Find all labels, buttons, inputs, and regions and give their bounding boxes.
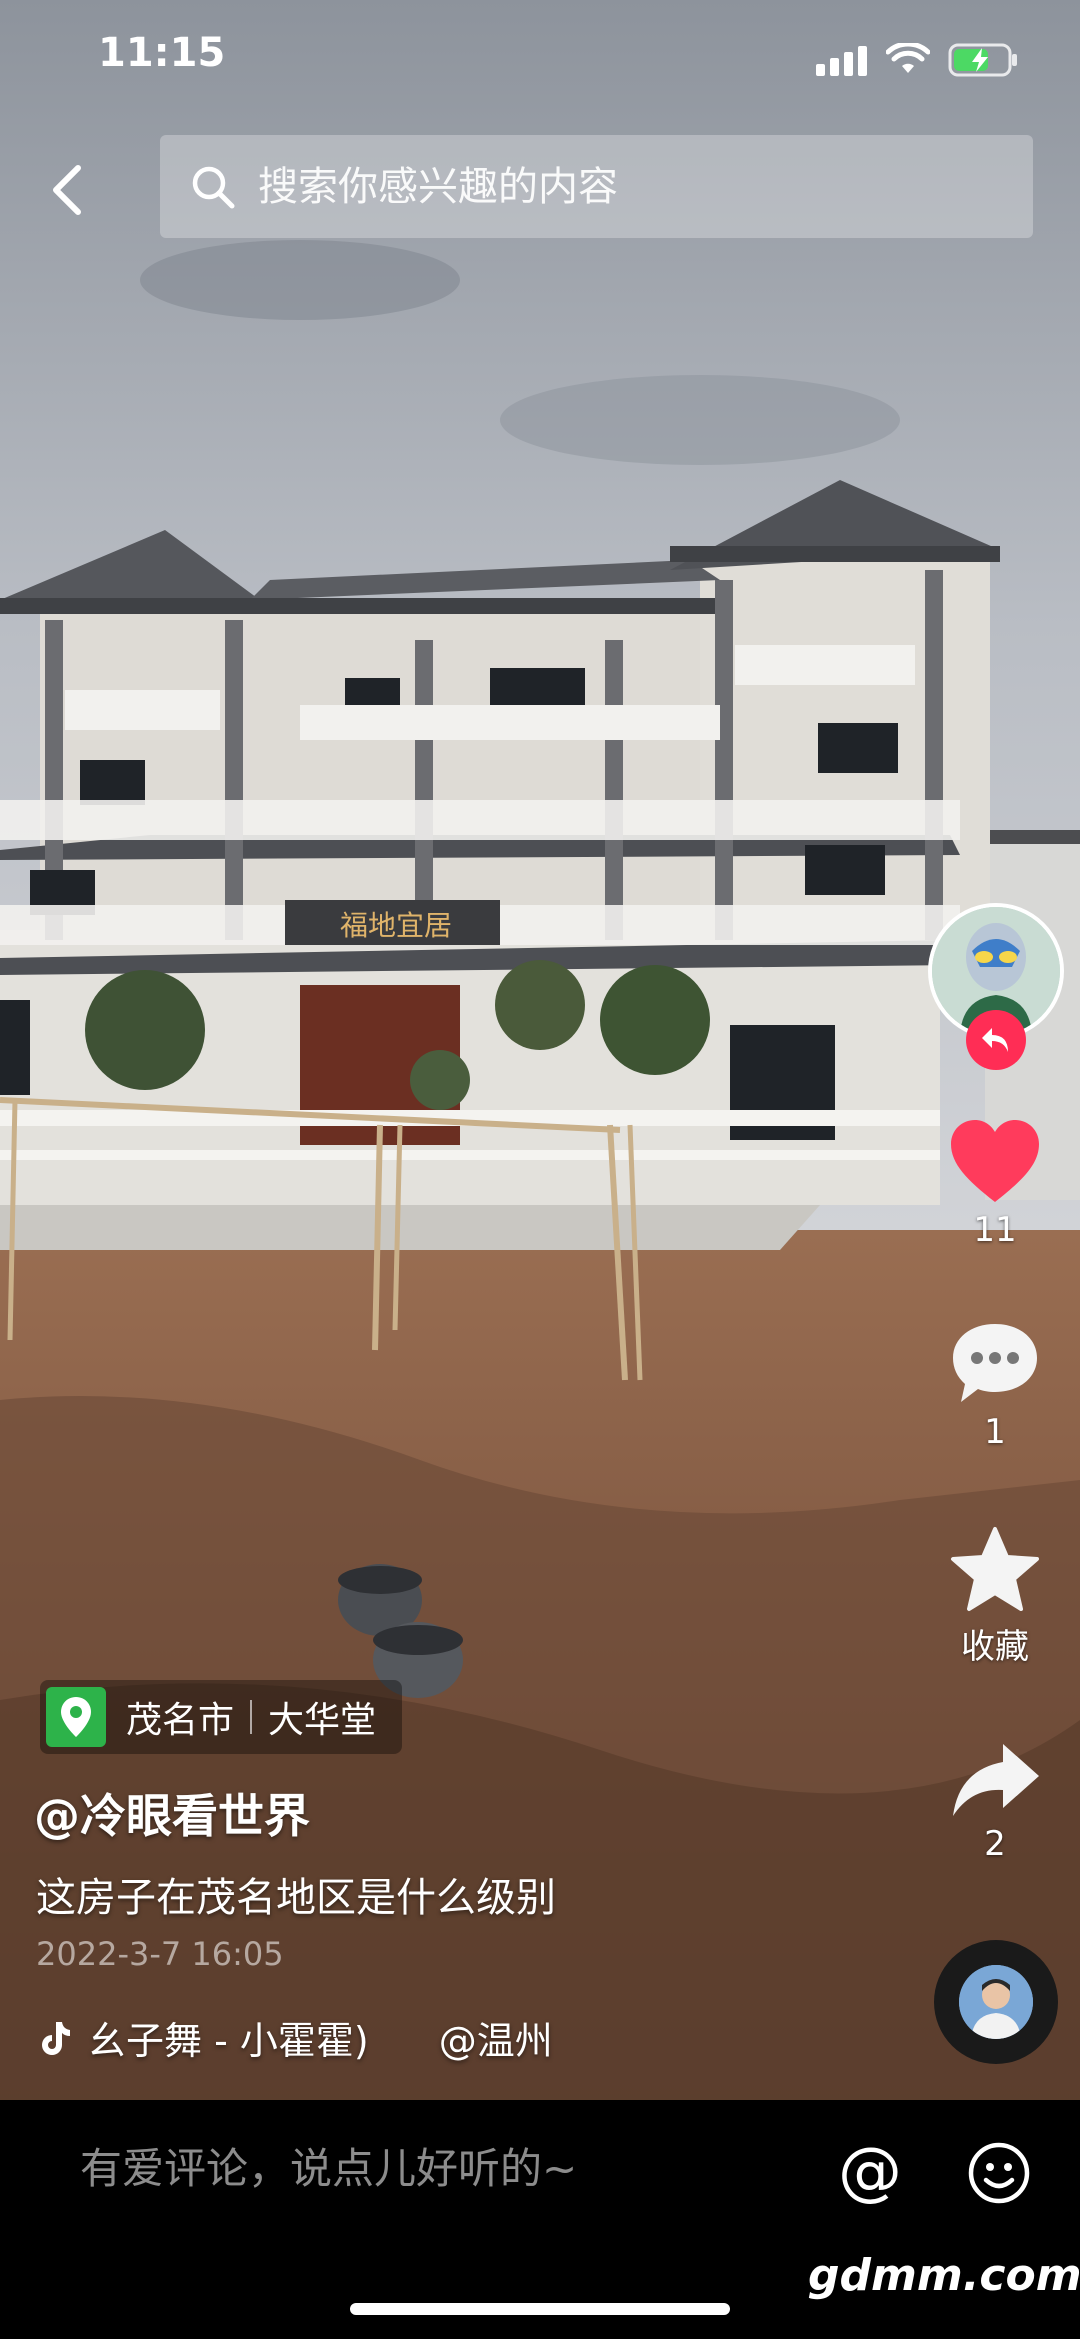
music-disc-cover — [959, 1965, 1033, 2039]
share-button[interactable]: 2 — [930, 1740, 1060, 1864]
heart-icon — [951, 1120, 1039, 1202]
author-name[interactable]: @冷眼看世界 — [34, 1780, 310, 1846]
location-separator — [250, 1700, 253, 1734]
comment-bubble-icon — [953, 1324, 1037, 1402]
music-title: 幺子舞 - 小霍霍) — [88, 2019, 369, 2063]
status-time: 11:15 — [98, 30, 226, 76]
watermark: gdmm.com — [808, 2250, 1080, 2301]
follow-button[interactable] — [966, 1010, 1026, 1070]
status-bar: 11:15 — [0, 0, 1080, 120]
share-count: 2 — [984, 1824, 1006, 1864]
comment-button[interactable]: 1 — [930, 1320, 1060, 1452]
mention-button[interactable]: @ — [838, 2140, 902, 2204]
home-indicator[interactable] — [350, 2303, 730, 2315]
cellular-signal-icon — [816, 46, 867, 76]
favorite-label: 收藏 — [961, 1627, 1029, 1667]
comment-input[interactable] — [78, 2143, 782, 2194]
search-box[interactable] — [160, 135, 1033, 238]
music-disc[interactable] — [934, 1940, 1058, 2064]
location-pin-icon — [46, 1687, 106, 1747]
location-tag[interactable]: 茂名市 大华堂 — [40, 1680, 403, 1754]
post-date: 2022-3-7 16:05 — [36, 1935, 284, 1973]
video-caption: 这房子在茂名地区是什么级别 — [36, 1875, 556, 1921]
location-city: 茂名市 — [126, 1700, 235, 1741]
like-button[interactable]: 11 — [930, 1118, 1060, 1250]
like-count: 11 — [973, 1210, 1017, 1250]
status-icons — [816, 40, 1020, 80]
favorite-button[interactable]: 收藏 — [930, 1525, 1060, 1668]
location-place: 大华堂 — [268, 1700, 377, 1741]
star-icon — [951, 1527, 1039, 1611]
building-sign: 福地宜居 — [340, 909, 452, 942]
video-feed-screen: 福地宜居 11:15 搜索你感兴趣的内容 11 1 收藏 2 茂名市 大华堂 @… — [0, 0, 1080, 2339]
comment-count: 1 — [984, 1412, 1006, 1452]
search-input[interactable] — [256, 162, 960, 211]
emoji-icon[interactable] — [966, 2140, 1032, 2206]
wifi-icon — [886, 43, 930, 73]
search-icon — [192, 166, 235, 208]
music-location: @温州 — [438, 2019, 553, 2063]
follow-return-icon — [982, 1028, 1008, 1052]
battery-charging-icon — [948, 43, 1017, 77]
tiktok-note-icon — [42, 2021, 70, 2055]
music-info[interactable]: 幺子舞 - 小霍霍) @温州 — [34, 2010, 553, 2065]
back-arrow-icon[interactable] — [40, 160, 100, 220]
share-arrow-icon — [953, 1744, 1039, 1816]
